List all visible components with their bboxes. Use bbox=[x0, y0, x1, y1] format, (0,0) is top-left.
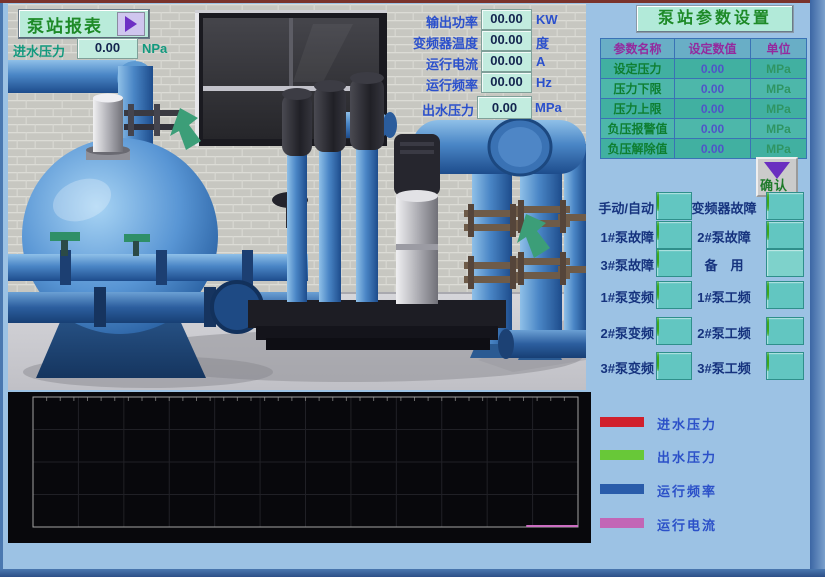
param-unit: MPa bbox=[751, 99, 807, 119]
status-lamp-box bbox=[766, 249, 804, 277]
readout-label: 运行电流 bbox=[340, 54, 478, 73]
readout-unit: 度 bbox=[536, 33, 549, 52]
status-lamp-icon bbox=[657, 192, 659, 211]
readout-label: 运行频率 bbox=[340, 75, 478, 94]
status-label: 2#泵变频 bbox=[584, 323, 654, 342]
status-lamp-icon bbox=[657, 352, 659, 371]
report-arrow-box[interactable] bbox=[117, 12, 145, 36]
readout-value: 00.00 bbox=[481, 72, 532, 93]
settings-table: 参数名称 设定数值 单位 设定压力 0.00 MPa 压力下限 0.00 MPa… bbox=[600, 38, 807, 159]
status-lamp-icon bbox=[657, 281, 659, 300]
status-label: 1#泵工频 bbox=[686, 287, 762, 306]
param-value-field[interactable]: 0.00 bbox=[675, 99, 751, 119]
readout-label: 变频器温度 bbox=[340, 33, 478, 52]
settings-row: 负压解除值 0.00 MPa bbox=[601, 139, 807, 159]
settings-row: 压力上限 0.00 MPa bbox=[601, 99, 807, 119]
legend-swatch bbox=[600, 518, 644, 528]
readout-value: 00.00 bbox=[481, 51, 532, 72]
status-label: 2#泵故障 bbox=[686, 227, 762, 246]
settings-panel-title: 泵站参数设置 bbox=[636, 5, 794, 33]
status-lamp-icon bbox=[767, 221, 769, 240]
readout-unit: Hz bbox=[536, 75, 552, 90]
readout-unit: A bbox=[536, 54, 545, 69]
param-unit: MPa bbox=[751, 119, 807, 139]
param-value-field[interactable]: 0.00 bbox=[675, 79, 751, 99]
bottom-frame bbox=[0, 569, 825, 577]
status-lamp-box bbox=[766, 221, 804, 249]
status-lamp-icon bbox=[657, 249, 659, 268]
status-label: 手动/自动 bbox=[584, 198, 654, 217]
status-label: 3#泵变频 bbox=[584, 358, 654, 377]
param-value-field[interactable]: 0.00 bbox=[675, 59, 751, 79]
top-accent-strip bbox=[0, 0, 825, 3]
status-lamp-icon bbox=[657, 317, 659, 336]
trend-chart bbox=[8, 392, 591, 543]
param-value-field[interactable]: 0.00 bbox=[675, 139, 751, 159]
status-lamp-box bbox=[766, 192, 804, 220]
param-name: 设定压力 bbox=[601, 59, 675, 79]
param-unit: MPa bbox=[751, 59, 807, 79]
settings-row: 设定压力 0.00 MPa bbox=[601, 59, 807, 79]
status-label: 3#泵工频 bbox=[686, 358, 762, 377]
status-label: 变频器故障 bbox=[686, 198, 762, 217]
param-unit: MPa bbox=[751, 79, 807, 99]
legend-label: 运行电流 bbox=[657, 515, 717, 534]
settings-header-name: 参数名称 bbox=[601, 39, 675, 59]
report-button-label: 泵站报表 bbox=[27, 12, 103, 37]
status-lamp-icon bbox=[767, 192, 769, 211]
legend-label: 出水压力 bbox=[657, 447, 717, 466]
readout-label: 输出功率 bbox=[340, 12, 478, 31]
legend-swatch bbox=[600, 417, 644, 427]
outlet-pressure-unit: MPa bbox=[535, 100, 562, 115]
status-label: 3#泵故障 bbox=[584, 255, 654, 274]
param-name: 压力下限 bbox=[601, 79, 675, 99]
status-label: 1#泵变频 bbox=[584, 287, 654, 306]
right-frame bbox=[810, 0, 825, 577]
settings-row: 负压报警值 0.00 MPa bbox=[601, 119, 807, 139]
status-label: 2#泵工频 bbox=[686, 323, 762, 342]
readout-unit: KW bbox=[536, 12, 558, 27]
legend-label: 进水压力 bbox=[657, 414, 717, 433]
status-lamp-box bbox=[766, 352, 804, 380]
legend-swatch bbox=[600, 450, 644, 460]
status-lamp-icon bbox=[767, 281, 769, 300]
readout-value: 00.00 bbox=[481, 30, 532, 51]
settings-header-row: 参数名称 设定数值 单位 bbox=[601, 39, 807, 59]
status-lamp-box bbox=[766, 317, 804, 345]
outlet-pressure-label: 出水压力 bbox=[336, 100, 474, 119]
inlet-pressure-value: 0.00 bbox=[77, 38, 138, 59]
status-lamp-box bbox=[766, 281, 804, 309]
confirm-button[interactable]: 确认 bbox=[756, 157, 798, 197]
param-unit: MPa bbox=[751, 139, 807, 159]
status-lamp-icon bbox=[767, 352, 769, 371]
trend-chart-svg bbox=[8, 392, 591, 543]
legend-label: 运行频率 bbox=[657, 481, 717, 500]
outlet-pressure-value: 0.00 bbox=[477, 96, 532, 119]
readout-value: 00.00 bbox=[481, 9, 532, 30]
inlet-pressure-label: 进水压力 bbox=[13, 41, 65, 60]
inlet-pressure-unit: NPa bbox=[142, 41, 167, 56]
play-arrow-icon bbox=[125, 16, 137, 32]
status-label: 1#泵故障 bbox=[584, 227, 654, 246]
param-name: 负压解除值 bbox=[601, 139, 675, 159]
settings-row: 压力下限 0.00 MPa bbox=[601, 79, 807, 99]
param-name: 负压报警值 bbox=[601, 119, 675, 139]
status-label: 备 用 bbox=[686, 255, 762, 274]
report-button[interactable]: 泵站报表 bbox=[18, 9, 150, 39]
pump-station-hmi: 泵站报表 进水压力 0.00 NPa 输出功率 00.00 KW 变频器温度 0… bbox=[0, 0, 825, 577]
settings-header-value: 设定数值 bbox=[675, 39, 751, 59]
status-lamp-icon bbox=[657, 221, 659, 240]
param-name: 压力上限 bbox=[601, 99, 675, 119]
status-lamp-icon bbox=[767, 317, 769, 336]
legend-swatch bbox=[600, 484, 644, 494]
settings-header-unit: 单位 bbox=[751, 39, 807, 59]
param-value-field[interactable]: 0.00 bbox=[675, 119, 751, 139]
